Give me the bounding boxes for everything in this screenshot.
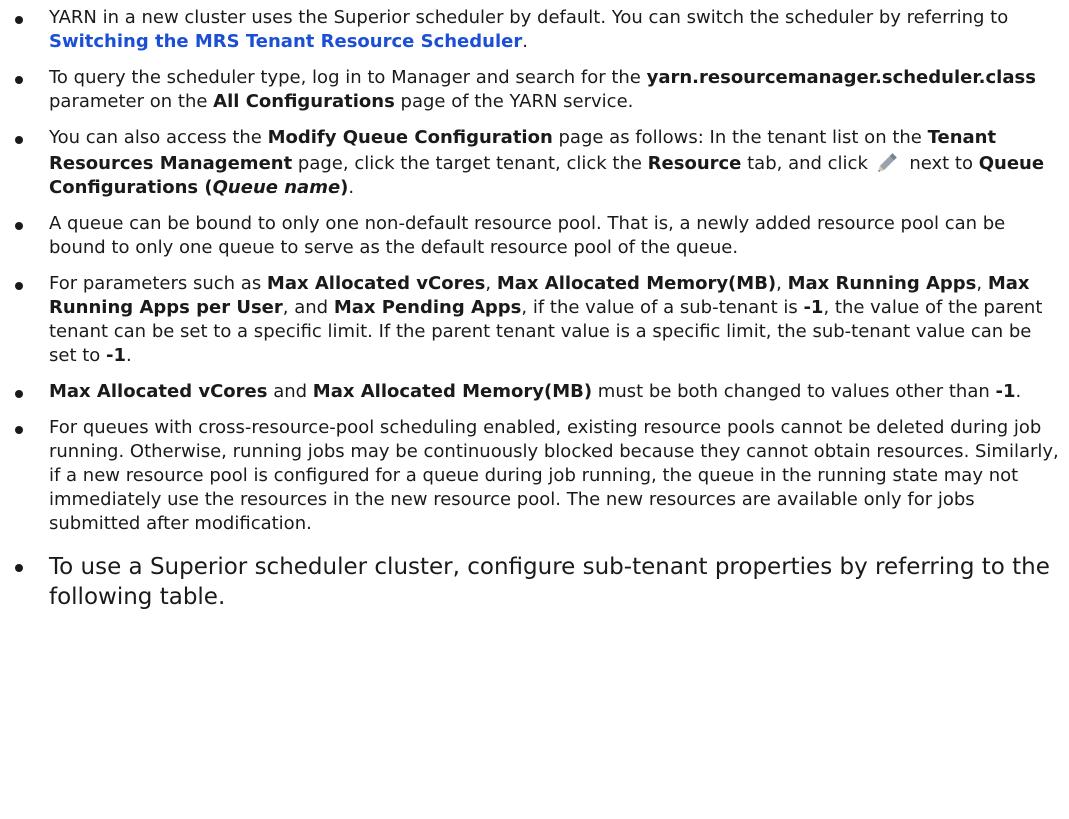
list-item: For queues with cross-resource-pool sche… — [0, 416, 1069, 536]
bullet — [15, 16, 23, 24]
notes-list: YARN in a new cluster uses the Superior … — [0, 6, 1069, 624]
bullet — [15, 76, 23, 84]
list-item: For parameters such as Max Allocated vCo… — [0, 272, 1069, 368]
list-item: You can also access the Modify Queue Con… — [0, 126, 1069, 200]
list-item: Max Allocated vCores and Max Allocated M… — [0, 380, 1069, 404]
bullet — [15, 282, 23, 290]
list-item: To query the scheduler type, log in to M… — [0, 66, 1069, 114]
list-item: To use a Superior scheduler cluster, con… — [0, 552, 1069, 612]
list-item: A queue can be bound to only one non-def… — [0, 212, 1069, 260]
bullet — [15, 390, 23, 398]
bullet — [15, 136, 23, 144]
bullet — [15, 222, 23, 230]
bullet — [15, 426, 23, 434]
list-item: YARN in a new cluster uses the Superior … — [0, 6, 1069, 54]
scheduler-switch-link[interactable]: Switching the MRS Tenant Resource Schedu… — [49, 31, 522, 52]
pencil-edit-icon — [876, 150, 902, 172]
bullet — [15, 564, 23, 572]
